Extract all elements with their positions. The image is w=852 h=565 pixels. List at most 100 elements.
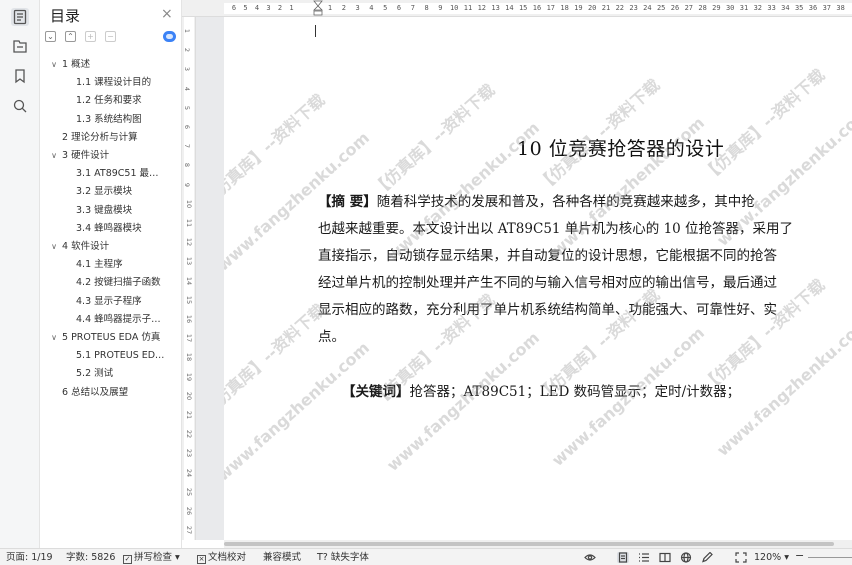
ruler-tick: 25 xyxy=(185,487,194,496)
chevron-down-icon[interactable]: ∨ xyxy=(49,329,59,347)
abstract-line: 显示相应的路数，充分利用了单片机系统结构简单、功能强大、可靠性好、实 xyxy=(318,302,777,318)
chevron-down-icon[interactable]: ∨ xyxy=(49,147,59,165)
outline-view-icon[interactable] xyxy=(638,552,650,563)
spell-check-toggle[interactable]: ✓ 拼写检查 ▾ xyxy=(123,552,180,564)
ruler-tick: 31 xyxy=(739,4,749,12)
outline-item[interactable]: ∨ 5 PROTEUS EDA 仿真 xyxy=(40,329,182,347)
vertical-ruler[interactable]: 1 2 3 4 5 6 7 8 9 10 11 12 13 14 15 16 17 18 19 20 21 22 23 24 2… xyxy=(182,17,196,540)
ruler-tick: 18 xyxy=(560,4,569,12)
ruler-tick: 21 xyxy=(185,410,194,420)
ruler-tick: 20 xyxy=(185,391,194,400)
abstract-label: 【摘 要】 xyxy=(318,194,377,210)
ruler-tick: 11 xyxy=(185,218,194,228)
outline-item[interactable]: ∨ 3 硬件设计 xyxy=(40,147,182,165)
outline-toggle-icon[interactable] xyxy=(163,31,176,42)
ruler-tick: 38 xyxy=(836,4,845,12)
outline-item-label: 3.1 AT89C51 最小系统 xyxy=(76,168,168,180)
outline-item[interactable]: 2 理论分析与计算 xyxy=(40,129,182,147)
abstract-line: 随着科学技术的发展和普及，各种各样的竞赛越来越多，其中抢 xyxy=(376,194,755,210)
outline-item[interactable]: 3.3 键盘模块 xyxy=(40,202,182,220)
web-view-icon[interactable] xyxy=(680,552,692,563)
ruler-tick: 12 xyxy=(477,4,487,12)
indent-marker-icon[interactable] xyxy=(313,0,323,17)
page-indicator[interactable]: 页面: 1/19 xyxy=(6,552,53,564)
collapse-all-icon[interactable]: ⌃ xyxy=(65,31,76,42)
outline-item-label: 3.3 键盘模块 xyxy=(76,204,133,216)
ruler-tick: 4 xyxy=(183,86,192,91)
outline-item-label: 1 概述 xyxy=(62,59,91,70)
outline-item-label: 4.3 显示子程序 xyxy=(76,295,142,307)
ruler-tick: 5 xyxy=(383,4,388,12)
doc-proof-button[interactable]: × 文档校对 xyxy=(197,552,246,564)
outline-item[interactable]: 3.1 AT89C51 最小系统 xyxy=(40,165,182,183)
ruler-tick: 15 xyxy=(518,4,528,12)
outline-icon[interactable] xyxy=(11,8,29,26)
outline-item-label: 3.4 蜂鸣器模块 xyxy=(76,222,142,234)
chevron-down-icon[interactable]: ∨ xyxy=(49,238,59,256)
expand-all-icon[interactable]: ⌄ xyxy=(45,31,56,42)
checkbox-icon: ✓ xyxy=(123,555,132,564)
add-heading-icon[interactable]: + xyxy=(85,31,96,42)
write-mode-icon[interactable] xyxy=(701,551,713,563)
page-view-icon[interactable] xyxy=(617,552,629,563)
ruler-tick: 23 xyxy=(629,4,638,12)
outline-item[interactable]: 3.2 显示模块 xyxy=(40,183,182,201)
eye-protection-icon[interactable] xyxy=(584,552,596,563)
outline-item[interactable]: 1.2 任务和要求 xyxy=(40,92,182,110)
ruler-tick: 13 xyxy=(185,257,194,266)
outline-item[interactable]: 1.1 课程设计目的 xyxy=(40,74,182,92)
outline-item[interactable]: 5.1 PROTEUS EDA 简介 xyxy=(40,347,182,365)
close-icon[interactable]: × xyxy=(161,6,173,22)
chapter-nav-icon[interactable] xyxy=(11,37,29,55)
scrollbar-thumb[interactable] xyxy=(224,542,834,546)
outline-item[interactable]: ∨ 1 概述 xyxy=(40,56,182,74)
bookmark-icon[interactable] xyxy=(11,67,29,85)
outline-item[interactable]: 6 总结以及展望 xyxy=(40,384,182,402)
outline-item[interactable]: 4.3 显示子程序 xyxy=(40,293,182,311)
outline-item[interactable]: 5.2 测试 xyxy=(40,365,182,383)
ruler-tick: 2 xyxy=(277,4,283,12)
ruler-tick: 24 xyxy=(643,4,652,12)
remove-heading-icon[interactable]: − xyxy=(105,31,116,42)
outline-item-label: 1.2 任务和要求 xyxy=(76,95,142,107)
ruler-tick: 23 xyxy=(185,449,194,458)
outline-item-label: 3 硬件设计 xyxy=(62,150,110,161)
ruler-tick: 34 xyxy=(781,4,790,12)
ruler-tick: 4 xyxy=(369,4,374,12)
outline-item[interactable]: 4.1 主程序 xyxy=(40,256,182,274)
outline-item[interactable]: 4.4 蜂鸣器提示子程序 xyxy=(40,311,182,329)
outline-item[interactable]: 4.2 按键扫描子函数 xyxy=(40,274,182,292)
ruler-tick: 9 xyxy=(438,4,443,12)
missing-fonts-button[interactable]: T? 缺失字体 xyxy=(317,552,369,564)
ruler-tick: 2 xyxy=(183,48,192,53)
document-canvas[interactable]: 10 位竞赛抢答器的设计 【摘 要】随着科学技术的发展和普及，各种各样的竞赛越来… xyxy=(196,17,852,540)
outline-item-label: 4.2 按键扫描子函数 xyxy=(76,277,161,289)
ruler-tick: 21 xyxy=(601,4,611,12)
outline-panel: 目录 × ⌄ ⌃ + − ∨ 1 概述 1.1 课程设计目的 1.2 任务和要求 1.3… xyxy=(40,0,182,548)
zoom-level[interactable]: 120% ▾ xyxy=(754,552,789,564)
reading-view-icon[interactable] xyxy=(659,552,671,563)
horizontal-ruler[interactable]: 6 5 4 3 2 1 1 2 3 4 5 6 7 8 9 10 11 12 13 14 15 16 17 18 19 20 21 2… xyxy=(182,0,852,17)
zoom-slider[interactable] xyxy=(808,557,852,558)
horizontal-scrollbar[interactable] xyxy=(224,540,852,548)
ruler-tick: 30 xyxy=(725,4,735,12)
ruler-tick: 8 xyxy=(183,163,192,168)
compat-mode-label: 兼容模式 xyxy=(263,552,302,563)
ruler-tick: 3 xyxy=(183,67,192,72)
outline-item-label: 1.3 系统结构图 xyxy=(76,113,142,125)
word-count[interactable]: 字数: 5826 xyxy=(66,552,115,564)
document-page[interactable]: 10 位竞赛抢答器的设计 【摘 要】随着科学技术的发展和普及，各种各样的竞赛越来… xyxy=(224,17,852,540)
ruler-tick: 10 xyxy=(449,4,459,12)
search-icon[interactable] xyxy=(11,97,29,115)
ruler-tick: 5 xyxy=(243,4,248,12)
keywords-line: 【关键词】抢答器；AT89C51；LED 数码管显示；定时/计数器； xyxy=(342,380,740,400)
ruler-tick: 17 xyxy=(185,334,194,343)
zoom-out-button[interactable]: − xyxy=(795,550,804,562)
outline-item[interactable]: 3.4 蜂鸣器模块 xyxy=(40,220,182,238)
outline-item[interactable]: 1.3 系统结构图 xyxy=(40,111,182,129)
fit-page-icon[interactable] xyxy=(735,552,747,563)
ruler-tick: 14 xyxy=(185,276,194,285)
chevron-down-icon[interactable]: ∨ xyxy=(49,56,59,74)
keywords-label: 【关键词】 xyxy=(342,384,410,400)
outline-item[interactable]: ∨ 4 软件设计 xyxy=(40,238,182,256)
